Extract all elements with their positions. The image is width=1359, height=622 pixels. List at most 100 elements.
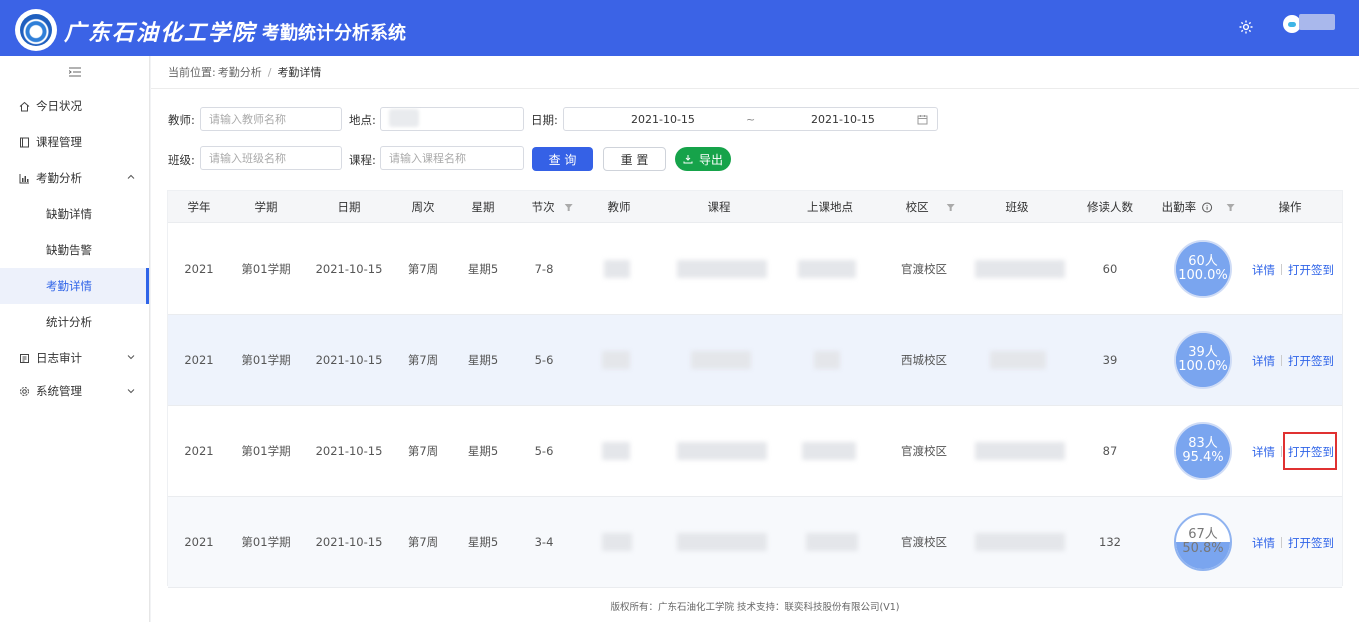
col-year: 学年 [187,200,211,214]
sidebar-item-label: 日志审计 [36,351,82,365]
filter-icon[interactable] [564,204,573,211]
cell-section: 7-8 [534,262,554,276]
detail-link[interactable]: 详情 [1252,262,1275,278]
row-actions: 详情 打开签到 [1252,224,1334,315]
cell-course-redacted [677,442,767,460]
sidebar-subitem-absence-detail[interactable]: 缺勤详情 [0,196,149,232]
sidebar-item-course[interactable]: 课程管理 [0,124,149,160]
cell-term: 第01学期 [241,262,291,276]
open-signin-link[interactable]: 打开签到 [1288,535,1334,551]
breadcrumb-parent[interactable]: 考勤分析 [218,64,262,80]
cell-class-redacted [975,260,1065,278]
attendance-gauge: 67人 50.8% [1174,513,1232,571]
sidebar-item-log-audit[interactable]: 日志审计 [0,340,149,376]
export-label: 导出 [698,152,723,167]
cell-campus: 官渡校区 [901,444,947,458]
sidebar-item-attendance-analysis[interactable]: 考勤分析 [0,160,149,196]
cell-weekday: 星期5 [467,262,499,276]
cell-weekday: 星期5 [467,353,499,367]
date-separator: ~ [746,113,756,126]
book-icon [18,136,30,148]
gauge-count: 39人 [1188,345,1218,360]
col-section-label: 节次 [531,200,555,214]
gear-icon [18,385,30,397]
app-header: 广东石油化工学院 考勤统计分析系统 [0,0,1359,56]
date-label: 日期: [531,113,558,127]
detail-link[interactable]: 详情 [1252,444,1275,460]
col-class: 班级 [1005,200,1029,214]
date-end[interactable]: 2021-10-15 [811,113,875,126]
cell-year: 2021 [184,353,214,367]
cell-date: 2021-10-15 [315,444,383,458]
user-name-redacted[interactable] [1299,14,1335,30]
cell-week: 第7周 [407,353,439,367]
query-button[interactable]: 查 询 [532,147,593,171]
cell-students: 60 [1102,262,1118,276]
download-icon [683,155,693,164]
school-name: 广东石油化工学院 [64,20,257,46]
col-weekday: 星期 [471,200,495,214]
filter-icon[interactable] [1226,204,1235,211]
col-students: 修读人数 [1087,200,1133,214]
cell-teacher-redacted [604,260,630,278]
gauge-rate: 50.8% [1182,541,1224,556]
col-location: 上课地点 [807,200,853,214]
cell-weekday: 星期5 [467,444,499,458]
cell-date: 2021-10-15 [315,353,383,367]
cell-location-redacted [814,351,840,369]
filter-icon[interactable] [946,204,955,211]
class-input[interactable]: 请输入班级名称 [200,146,342,170]
open-signin-link[interactable]: 打开签到 [1288,353,1334,369]
col-course: 课程 [707,200,731,214]
footer-copyright: 版权所有：广东石油化工学院 技术支持：联奕科技股份有限公司(V1) [610,602,900,613]
highlight-box [1283,432,1337,470]
gauge-count: 67人 [1188,527,1218,542]
open-signin-link[interactable]: 打开签到 [1288,262,1334,278]
export-button[interactable]: 导出 [675,147,731,171]
gauge-rate: 100.0% [1178,359,1228,374]
course-label: 课程: [349,153,376,167]
calendar-icon[interactable] [917,114,928,125]
cell-teacher-redacted [602,351,630,369]
school-logo [15,9,57,51]
detail-link[interactable]: 详情 [1252,353,1275,369]
attendance-gauge: 83人 95.4% [1174,422,1232,480]
gauge-count: 60人 [1188,254,1218,269]
date-range-picker[interactable]: 2021-10-15 ~ 2021-10-15 [563,107,938,131]
col-teacher: 教师 [607,200,631,214]
sidebar-item-today[interactable]: 今日状况 [0,88,149,124]
system-title: 考勤统计分析系统 [262,23,406,44]
gauge-rate: 100.0% [1178,268,1228,283]
cell-course-redacted [677,260,767,278]
sidebar-item-system[interactable]: 系统管理 [0,376,149,406]
location-label: 地点: [349,113,376,127]
detail-link[interactable]: 详情 [1252,535,1275,551]
attendance-table: 学年 学期 日期 周次 星期 节次 教师 课程 上课地点 校区 班级 修读人数 … [167,190,1343,588]
cell-location-redacted [806,533,858,551]
reset-button[interactable]: 重 置 [603,147,666,171]
cell-campus: 西城校区 [901,353,947,367]
chevron-up-icon [127,174,135,179]
table-row: 2021 第01学期 2021-10-15 第7周 星期5 5-6 官渡校区 8… [168,406,1342,497]
sidebar-item-label: 课程管理 [36,135,82,149]
table-header: 学年 学期 日期 周次 星期 节次 教师 课程 上课地点 校区 班级 修读人数 … [168,191,1342,223]
sidebar-subitem-attendance-detail[interactable]: 考勤详情 [0,268,149,304]
info-icon[interactable] [1202,202,1213,213]
cell-week: 第7周 [407,444,439,458]
cell-year: 2021 [184,535,214,549]
menu-collapse-icon[interactable] [0,56,149,88]
cell-section: 3-4 [534,535,554,549]
cell-campus: 官渡校区 [901,262,947,276]
col-section: 节次 [532,191,573,223]
sidebar-subitem-absence-alert[interactable]: 缺勤告警 [0,232,149,268]
cell-students: 39 [1102,353,1118,367]
course-input[interactable]: 请输入课程名称 [380,146,524,170]
col-term: 学期 [254,200,278,214]
sidebar-item-label: 系统管理 [36,384,82,398]
teacher-input[interactable]: 请输入教师名称 [200,107,342,131]
sidebar-subitem-statistics[interactable]: 统计分析 [0,304,149,340]
settings-gear-icon[interactable] [1238,19,1254,35]
col-campus-label: 校区 [905,200,929,214]
date-start[interactable]: 2021-10-15 [631,113,695,126]
col-date: 日期 [337,200,361,214]
